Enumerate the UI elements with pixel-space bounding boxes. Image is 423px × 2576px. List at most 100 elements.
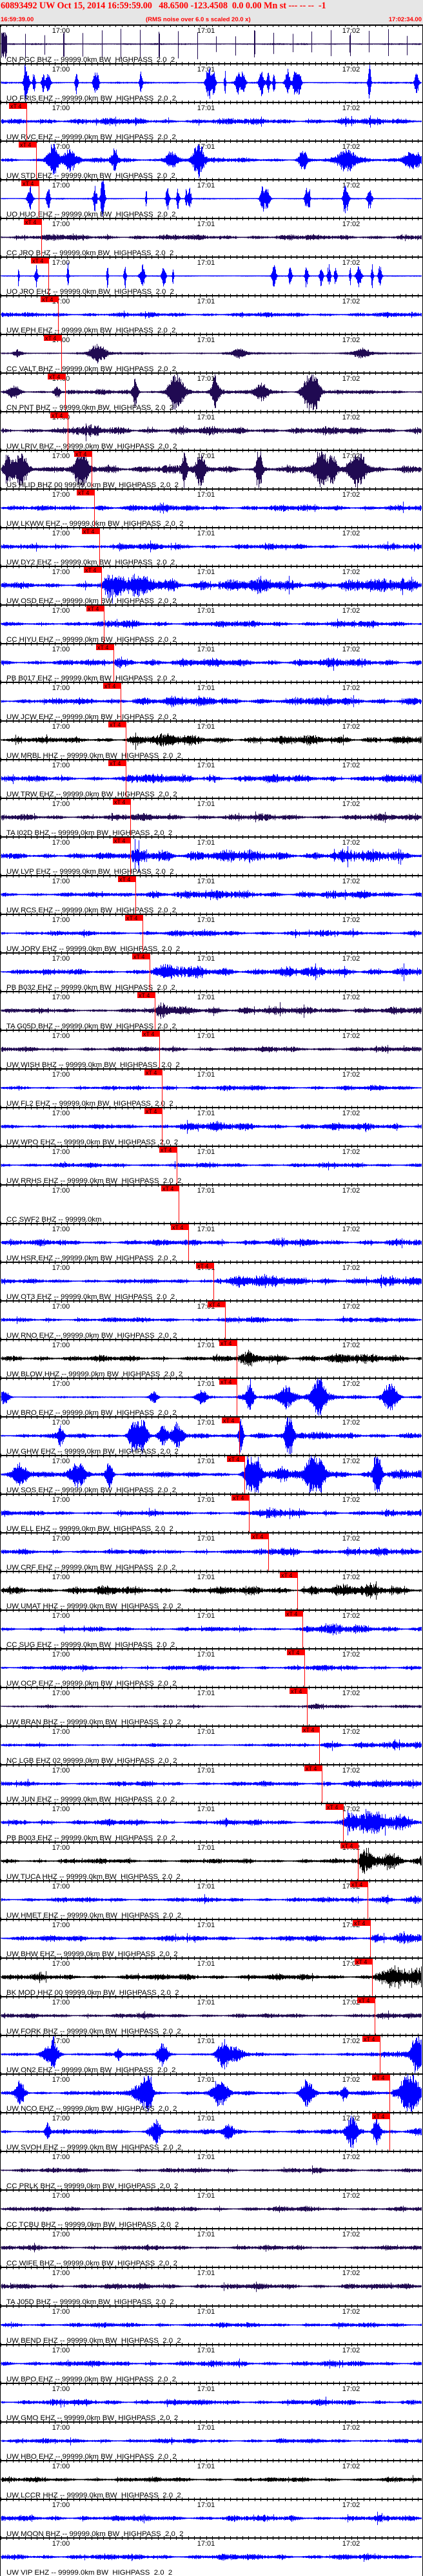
trace-tuca[interactable]: 17:0017:0117:02UW TUCA HHZ -- 99999.0km … bbox=[0, 1840, 423, 1881]
trace-trw[interactable]: 17:00 17:01 17:02UW TRW EHZ -- 99999.0km B… bbox=[0, 758, 423, 798]
time-tick-label: 17:01 bbox=[197, 1496, 215, 1504]
trace-crf[interactable]: 17:00 17:01 17:02 UW CRF EHZ -- 99999.0km B… bbox=[0, 1531, 423, 1572]
trace-huo[interactable]: 17:00 17:01 17:02UO HUO EHZ -- 99999.0km B… bbox=[0, 178, 423, 218]
trace-eph[interactable]: 17:00 17:01 17:02UW EPH EHZ -- 99999.0km B… bbox=[0, 294, 423, 334]
trace-i02d[interactable]: 17:00 17:01 17:02TA I02D BHZ -- 99999.0km … bbox=[0, 796, 423, 837]
station-label: UO FRIS EHZ -- 99999.0km BW HIGHPASS 2.0… bbox=[6, 95, 176, 102]
trace-lvp[interactable]: 17:00 17:01 17:02UW LVP EHZ -- 99999.0km B… bbox=[0, 835, 423, 876]
trace-osd[interactable]: 17:00 17:01 17:02 UW OSD EHZ -- 99999.0km B… bbox=[0, 564, 423, 605]
trace-moon[interactable]: 17:00 17:01 17:02 UW MOON BHZ -- 99999.0km … bbox=[0, 2497, 423, 2538]
trace-jro[interactable]: 17:00 17:01 17:02UO JRO EHZ -- 99999.0km B… bbox=[0, 255, 423, 296]
trace-std[interactable]: 17:00 17:01 17:02UW STD EHZ -- 99999.0km B… bbox=[0, 139, 423, 180]
time-tick-label: 17:01 bbox=[197, 2231, 215, 2238]
time-tick-label: 17:00 bbox=[52, 723, 70, 731]
trace-gmo[interactable]: 17:00 17:01 17:02 UW GMO EHZ -- 99999.0km B… bbox=[0, 2381, 423, 2422]
trace-svoh[interactable]: 17:00 17:01 17:02UW SVOH EHZ -- 99999.0km … bbox=[0, 2111, 423, 2151]
trace-nco[interactable]: 17:00 17:01 17:02UW NCO EHZ -- 99999.0km B… bbox=[0, 2072, 423, 2113]
trace-ghw[interactable]: 17:00 17:01 17:02 UW GHW EHZ -- 99999.0km B… bbox=[0, 1415, 423, 1456]
trace-umat[interactable]: 17:00 17:01 17:02 UW UMAT HHZ -- 99999.0km … bbox=[0, 1570, 423, 1610]
phase-pick[interactable]: xT 4 bbox=[161, 1186, 179, 1223]
time-tick-label: 17:02 bbox=[342, 2424, 360, 2432]
trace-jun[interactable]: 17:00 17:01 17:02 UW JUN EHZ -- 99999.0km B… bbox=[0, 1763, 423, 1803]
pick-flag-label: xT 4 bbox=[45, 335, 56, 341]
trace-hbo[interactable]: 17:00 17:01 17:02 UW HBO EHZ -- 99999.0km B… bbox=[0, 2420, 423, 2461]
trace-sos[interactable]: 17:00 17:01 17:02 UW SOS EHZ -- 99999.0km B… bbox=[0, 1454, 423, 1494]
trace-blow[interactable]: 17:00 17:01 17:02 UW BLOW HHZ -- 99999.0km … bbox=[0, 1338, 423, 1378]
waveform bbox=[1, 2475, 422, 2483]
trace-fork[interactable]: 17:00 17:01 17:02UW FORK BHZ -- 99999.0km … bbox=[0, 1995, 423, 2035]
time-tick-label: 17:00 bbox=[52, 1457, 70, 1465]
trace-ell[interactable]: 17:00 17:01 17:02UW ELL EHZ -- 99999.0km B… bbox=[0, 1492, 423, 1533]
trace-wpo[interactable]: 17:00 17:01 17:02 UW WPO EHZ -- 99999.0km B… bbox=[0, 1106, 423, 1146]
trace-rcs[interactable]: 17:00 17:01 17:02 UW RCS EHZ -- 99999.0km B… bbox=[0, 874, 423, 914]
trace-lgb[interactable]: 17:00 17:01 17:02NC LGB EHZ 02 99999.0km B… bbox=[0, 1724, 423, 1765]
trace-rno[interactable]: 17:00 17:01 17:02UW RNO EHZ -- 99999.0km B… bbox=[0, 1299, 423, 1340]
trace-prlk[interactable]: 17:00 17:01 17:02 CC PRLK BHZ -- 99999.0km … bbox=[0, 2149, 423, 2190]
pick-flag-label: xT 4 bbox=[291, 1688, 302, 1695]
event-title: 60893492 UW Oct 15, 2014 16:59:59.00 48.… bbox=[1, 1, 326, 11]
trace-pgc[interactable]: 17:00 17:01 17:02 CN PGC BHZ -- 99999.0km B… bbox=[0, 24, 423, 64]
time-tick-label: 17:02 bbox=[342, 1728, 360, 1736]
trace-g05d[interactable]: 17:00 17:01 17:02 TA G05D BHZ -- 99999.0km … bbox=[0, 990, 423, 1030]
trace-hmet[interactable]: 17:0017:0117:02UW HMET EHZ -- 99999.0km … bbox=[0, 1879, 423, 1919]
time-tick-label: 17:02 bbox=[342, 2153, 360, 2161]
trace-pnt[interactable]: 17:0017:0117:02CN PNT BHZ -- 99999.0km B… bbox=[0, 371, 423, 412]
trace-bpo[interactable]: 17:00 17:01 17:02 UW BPO EHZ -- 99999.0km B… bbox=[0, 2343, 423, 2383]
trace-jorv[interactable]: 17:00 17:01 17:02 UW JORV EHZ -- 99999.0km … bbox=[0, 912, 423, 953]
time-tick-label: 17:02 bbox=[342, 2192, 360, 2200]
trace-swf2[interactable]: 17:00 17:01 17:02 CC SWF2 BHZ -- 99999.0km x… bbox=[0, 1183, 423, 1224]
pick-flag-label: xT 4 bbox=[228, 1456, 239, 1463]
time-tick-label: 17:01 bbox=[197, 568, 215, 576]
trace-vip[interactable]: 17:00 17:01 17:02 UW VIP EHZ -- 99999.0km B… bbox=[0, 2536, 423, 2576]
time-tick-label: 17:02 bbox=[342, 2037, 360, 2045]
pick-flag-label: xT 4 bbox=[143, 1031, 154, 1037]
trace-lriv[interactable]: 17:0017:0117:02UW LRIV BHZ -- 99999.0km … bbox=[0, 410, 423, 450]
waveform bbox=[1, 2512, 422, 2525]
time-tick-label: 17:01 bbox=[197, 723, 215, 731]
trace-dy2[interactable]: 17:00 17:01 17:02 UW DY2 EHZ -- 99999.0km B… bbox=[0, 526, 423, 566]
trace-bend[interactable]: 17:00 17:01 17:02 UW BEND EHZ -- 99999.0km … bbox=[0, 2304, 423, 2345]
time-tick-label: 17:01 bbox=[197, 66, 215, 73]
trace-jro[interactable]: 17:00 17:01 17:02CC JRO BHZ -- 99999.0km B… bbox=[0, 216, 423, 257]
trace-bhw[interactable]: 17:00 17:01 17:02UW BHW EHZ -- 99999.0km B… bbox=[0, 1918, 423, 1958]
trace-ocp[interactable]: 17:00 17:01 17:02 UW OCP EHZ -- 99999.0km B… bbox=[0, 1647, 423, 1687]
pick-flag-label: xT 4 bbox=[223, 1418, 234, 1424]
trace-b017[interactable]: 17:00 17:01 17:02 PB B017 EHZ -- 99999.0km … bbox=[0, 642, 423, 682]
station-label: UW JCW EHZ -- 99999.0km BW HIGHPASS 2.0 … bbox=[6, 713, 177, 721]
trace-jcw[interactable]: 17:00 17:01 17:02 UW JCW EHZ -- 99999.0km B… bbox=[0, 680, 423, 721]
trace-valt[interactable]: 17:0017:0117:02CC VALT BHZ -- 99999.0km … bbox=[0, 332, 423, 373]
trace-bran[interactable]: 17:00 17:01 17:02 UW BRAN BHZ -- 99999.0km … bbox=[0, 1686, 423, 1726]
time-tick-label: 17:02 bbox=[342, 104, 360, 112]
time-tick-label: 17:01 bbox=[197, 2540, 215, 2548]
trace-hsr[interactable]: 17:00 17:01 17:02 UW HSR EHZ -- 99999.0km B… bbox=[0, 1222, 423, 1262]
time-tick-label: 17:02 bbox=[342, 684, 360, 692]
trace-fris[interactable]: 17:00 17:01 17:02 UO FRIS EHZ -- 99999.0km … bbox=[0, 62, 423, 102]
time-tick-label: 17:00 bbox=[52, 2037, 70, 2045]
trace-fl2[interactable]: 17:00 17:01 17:02UW FL2 EHZ -- 99999.0km B… bbox=[0, 1067, 423, 1108]
trace-ot3[interactable]: 17:0017:0117:02UW OT3 EHZ -- 99999.0km B… bbox=[0, 1260, 423, 1301]
trace-sug[interactable]: 17:00 17:01 17:02 CC SUG EHZ -- 99999.0km B… bbox=[0, 1608, 423, 1649]
pick-flag-label: xT 4 bbox=[83, 528, 94, 535]
trace-mrbl[interactable]: 17:00 17:01 17:02 UW MRBL HHZ -- 99999.0km … bbox=[0, 719, 423, 760]
trace-on2[interactable]: 17:00 17:01 17:02 UW ON2 EHZ -- 99999.0km B… bbox=[0, 2033, 423, 2074]
trace-rvc[interactable]: 17:00 17:01 17:02 UW RVC EHZ -- 99999.0km B… bbox=[0, 101, 423, 141]
time-tick-label: 17:02 bbox=[342, 2269, 360, 2277]
trace-hlid[interactable]: 17:00 17:01 17:02US HLID BHZ 00 99999.0km … bbox=[0, 448, 423, 489]
trace-b003[interactable]: 17:00 17:01 17:02 PB B003 EHZ -- 99999.0km … bbox=[0, 1802, 423, 1842]
time-tick-label: 17:01 bbox=[197, 1457, 215, 1465]
trace-wish[interactable]: 17:00 17:01 17:02 UW WISH BHZ -- 99999.0km … bbox=[0, 1028, 423, 1069]
trace-lccr[interactable]: 17:00 17:01 17:02 UW LCCR HHZ -- 99999.0km … bbox=[0, 2459, 423, 2499]
trace-tcbu[interactable]: 17:00 17:01 17:02 CC TCBU BHZ -- 99999.0km … bbox=[0, 2188, 423, 2229]
trace-b032[interactable]: 17:00 17:01 17:02PB B032 EHZ -- 99999.0km … bbox=[0, 951, 423, 992]
trace-wife[interactable]: 17:00 17:01 17:02CC WIFE BHZ -- 99999.0km … bbox=[0, 2227, 423, 2267]
time-tick-label: 17:02 bbox=[342, 1341, 360, 1349]
trace-hiyu[interactable]: 17:00 17:01 17:02 CC HIYU EHZ -- 99999.0km … bbox=[0, 603, 423, 644]
trace-j05d[interactable]: 17:00 17:01 17:02TA J05D BHZ -- 99999.0km … bbox=[0, 2265, 423, 2306]
pick-flag-label: xT 4 bbox=[252, 1533, 263, 1540]
trace-rrhs[interactable]: 17:00 17:01 17:02 UW RRHS EHZ -- 99999.0km … bbox=[0, 1144, 423, 1185]
trace-mod[interactable]: 17:00 17:01 17:02BK MOD HHZ 00 99999.0km B… bbox=[0, 1956, 423, 1997]
trace-lkww[interactable]: 17:00 17:01 17:02 UW LKWW EHZ -- 99999.0km … bbox=[0, 487, 423, 528]
waveform bbox=[1, 1778, 422, 1789]
time-tick-label: 17:00 bbox=[52, 1999, 70, 2006]
trace-bro[interactable]: 17:00 17:01 17:02 UW BRO EHZ -- 99999.0km B… bbox=[0, 1376, 423, 1417]
